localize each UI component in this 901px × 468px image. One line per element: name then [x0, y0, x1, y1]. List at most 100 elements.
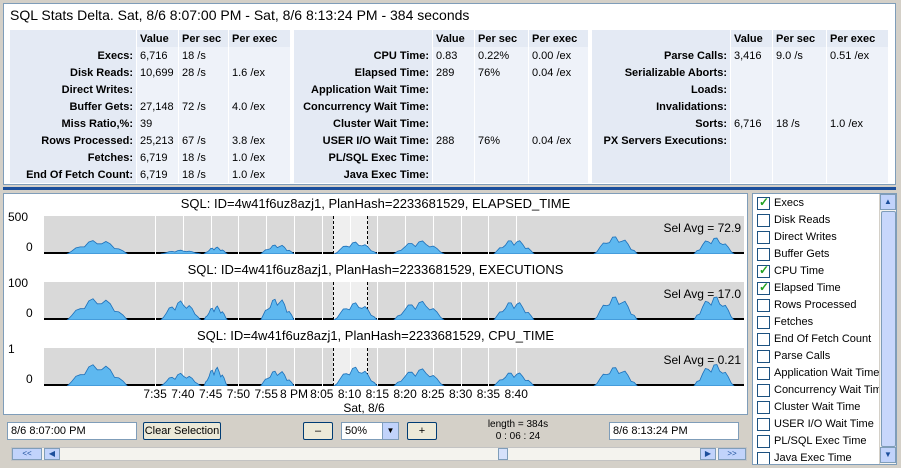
metric-label: Cluster Wait Time — [774, 401, 861, 413]
x-tick-label: 8:20 — [393, 387, 417, 401]
metric-item[interactable]: End Of Fetch Count — [755, 332, 880, 349]
stat-per-sec — [178, 115, 228, 132]
metric-checklist[interactable]: Execs Disk Reads Direct Writes Buffer Gets C… — [752, 193, 897, 465]
timeline-scrollbar[interactable]: << ◀ ▶ >> — [11, 447, 747, 461]
checkbox[interactable] — [757, 316, 770, 329]
checkbox[interactable] — [757, 196, 770, 210]
scroll-thumb[interactable] — [498, 448, 508, 460]
stat-value: 6,716 — [730, 115, 772, 132]
col-per-sec: Per sec — [474, 30, 528, 47]
scroll-first-icon[interactable]: << — [12, 448, 42, 460]
clear-selection-button[interactable]: Clear Selection — [143, 422, 221, 440]
data-burst — [333, 366, 378, 386]
metric-label: Buffer Gets — [774, 248, 830, 260]
plot-area[interactable] — [44, 216, 744, 254]
scroll-right-icon[interactable]: ▶ — [700, 448, 716, 460]
zoom-out-button[interactable]: – — [303, 422, 333, 440]
stat-value — [730, 98, 772, 115]
metric-chart[interactable]: SQL: ID=4w41f6uz8azj1, PlanHash=22336815… — [4, 262, 747, 328]
metric-item[interactable]: USER I/O Wait Time — [755, 417, 880, 434]
metric-item[interactable]: Elapsed Time — [755, 281, 880, 298]
selection-start-field[interactable]: 8/6 8:07:00 PM — [7, 422, 137, 440]
metric-item[interactable]: Java Exec Time — [755, 451, 880, 464]
metric-chart[interactable]: SQL: ID=4w41f6uz8azj1, PlanHash=22336815… — [4, 196, 747, 262]
checkbox[interactable] — [757, 401, 770, 414]
col-per-sec: Per sec — [178, 30, 228, 47]
metric-item[interactable]: Fetches — [755, 315, 880, 332]
checkbox[interactable] — [757, 418, 770, 431]
col-value: Value — [730, 30, 772, 47]
stat-per-sec: 18 /s — [178, 47, 228, 64]
list-scroll-thumb[interactable] — [881, 211, 896, 447]
metric-chart[interactable]: SQL: ID=4w41f6uz8azj1, PlanHash=22336815… — [4, 328, 747, 394]
checkbox[interactable] — [757, 367, 770, 380]
checkbox[interactable] — [757, 281, 770, 295]
charts-area[interactable]: SQL: ID=4w41f6uz8azj1, PlanHash=22336815… — [3, 193, 748, 415]
stats-row: Loads: — [592, 81, 888, 98]
metric-item[interactable]: Execs — [755, 196, 880, 213]
stat-value — [730, 149, 772, 166]
stat-per-sec: 18 /s — [772, 115, 826, 132]
metric-label: Direct Writes — [774, 231, 837, 243]
scroll-down-icon[interactable]: ▼ — [880, 447, 896, 463]
metric-item[interactable]: PL/SQL Exec Time — [755, 434, 880, 451]
stat-label: Elapsed Time: — [294, 64, 432, 81]
metric-item[interactable]: Rows Processed — [755, 298, 880, 315]
data-burst — [593, 367, 638, 386]
stat-value: 0.83 — [432, 47, 474, 64]
stat-label: Application Wait Time: — [294, 81, 432, 98]
x-tick-label: 7:40 — [171, 387, 195, 401]
x-tick-label: 7:35 — [143, 387, 167, 401]
zoom-in-button[interactable]: + — [407, 422, 437, 440]
data-burst — [333, 241, 378, 254]
chart-svg — [66, 296, 735, 320]
checkbox[interactable] — [757, 384, 770, 397]
metric-item[interactable]: Parse Calls — [755, 349, 880, 366]
stat-label: Fetches: — [10, 149, 136, 166]
checkbox[interactable] — [757, 248, 770, 261]
metric-item[interactable]: Buffer Gets — [755, 247, 880, 264]
stat-value: 27,148 — [136, 98, 178, 115]
checkbox[interactable] — [757, 299, 770, 312]
plot-area[interactable] — [44, 348, 744, 386]
metric-label: PL/SQL Exec Time — [774, 435, 867, 447]
y-tick-label: 500 — [8, 210, 29, 224]
plot-area[interactable] — [44, 282, 744, 320]
checkbox[interactable] — [757, 333, 770, 346]
scroll-last-icon[interactable]: >> — [718, 448, 746, 460]
checkbox[interactable] — [757, 214, 770, 227]
chevron-down-icon[interactable]: ▼ — [382, 423, 398, 439]
metric-item[interactable]: Concurrency Wait Time — [755, 383, 880, 400]
stat-label: CPU Time: — [294, 47, 432, 64]
metric-item[interactable]: Cluster Wait Time — [755, 400, 880, 417]
stats-row: Java Exec Time: — [294, 166, 588, 183]
splitter[interactable] — [3, 187, 896, 190]
stats-row: Rows Processed: 25,213 67 /s 3.8 /ex — [10, 132, 290, 149]
checkbox[interactable] — [757, 231, 770, 244]
zoom-select[interactable]: 50% ▼ — [341, 422, 399, 440]
checkbox[interactable] — [757, 264, 770, 278]
list-scrollbar[interactable]: ▲ ▼ — [879, 194, 896, 464]
col-per-sec: Per sec — [772, 30, 826, 47]
stat-value — [432, 81, 474, 98]
scroll-left-icon[interactable]: ◀ — [44, 448, 60, 460]
x-tick-label: 8:25 — [421, 387, 445, 401]
checkbox[interactable] — [757, 350, 770, 363]
checkbox[interactable] — [757, 435, 770, 448]
metric-label: Application Wait Time — [774, 367, 880, 379]
selection-end-field[interactable]: 8/6 8:13:24 PM — [609, 422, 739, 440]
stat-label: Cluster Wait Time: — [294, 115, 432, 132]
metric-item[interactable]: CPU Time — [755, 264, 880, 281]
chart-svg — [66, 236, 735, 254]
metric-item[interactable]: Application Wait Time — [755, 366, 880, 383]
data-burst — [393, 240, 445, 254]
metric-item[interactable]: Disk Reads — [755, 213, 880, 230]
page-title: SQL Stats Delta. Sat, 8/6 8:07:00 PM - S… — [10, 7, 470, 23]
x-axis-date: Sat, 8/6 — [343, 401, 385, 415]
data-burst — [66, 240, 128, 254]
stat-label: USER I/O Wait Time: — [294, 132, 432, 149]
scroll-up-icon[interactable]: ▲ — [880, 194, 896, 210]
data-burst — [333, 302, 378, 320]
checkbox[interactable] — [757, 452, 770, 464]
metric-item[interactable]: Direct Writes — [755, 230, 880, 247]
